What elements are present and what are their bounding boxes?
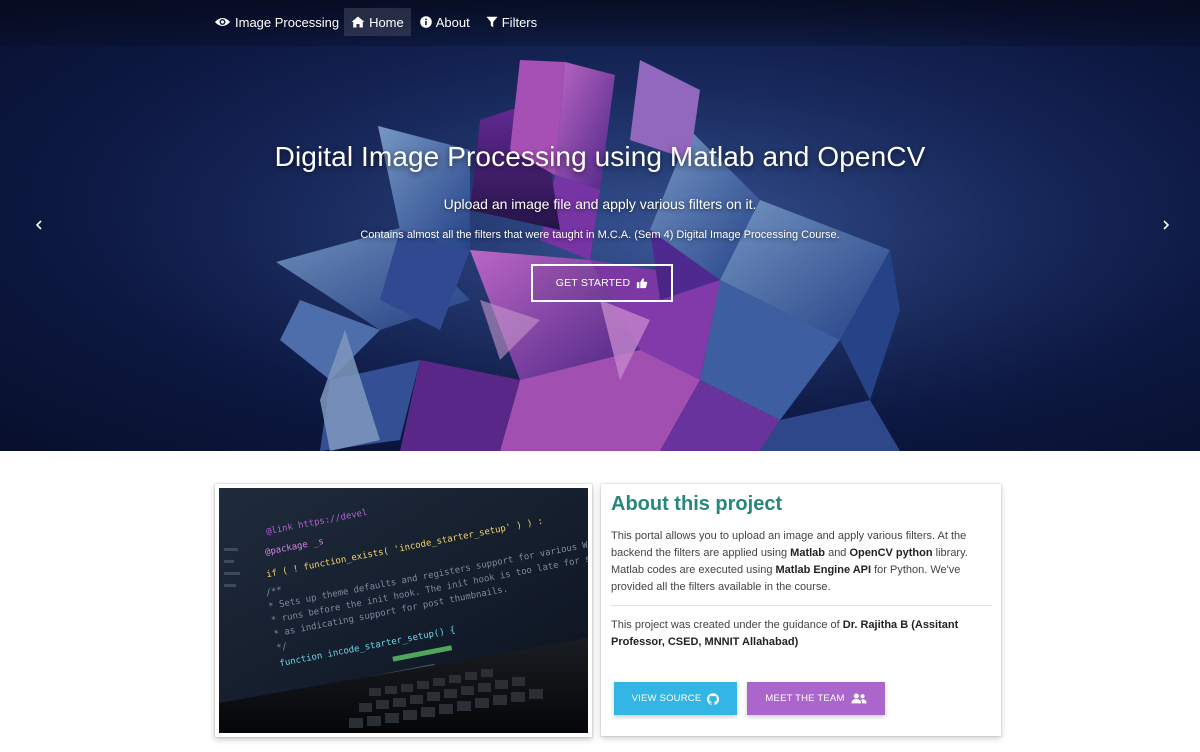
brand-link[interactable]: Image Processing xyxy=(214,15,339,30)
thumbs-up-icon xyxy=(637,278,648,289)
engine-api-bold: Matlab Engine API xyxy=(775,564,872,576)
nav-about[interactable]: About xyxy=(413,8,477,36)
view-source-button[interactable]: VIEW SOURCE xyxy=(614,682,737,715)
nav-container: Image Processing Home About Filters xyxy=(214,8,546,36)
info-icon xyxy=(419,16,432,28)
hero-carousel: Digital Image Processing using Matlab an… xyxy=(0,0,1200,451)
hero-subtitle: Upload an image file and apply various f… xyxy=(443,196,757,212)
filter-icon xyxy=(486,16,498,28)
home-icon xyxy=(351,16,365,28)
code-line-8: */ xyxy=(276,642,289,654)
nav-filters-label: Filters xyxy=(501,14,538,30)
about-card: About this project This portal allows yo… xyxy=(601,484,1001,736)
nav-about-label: About xyxy=(435,14,470,30)
get-started-button[interactable]: GET STARTED xyxy=(531,264,673,302)
laptop-code-image: @link https://devel @package _s if ( ! f… xyxy=(219,488,588,733)
matlab-bold: Matlab xyxy=(790,547,826,559)
opencv-bold: OpenCV python xyxy=(849,547,933,559)
code-image-card: @link https://devel @package _s if ( ! f… xyxy=(215,484,592,737)
brand-label: Image Processing xyxy=(235,14,340,30)
hero-overlay xyxy=(0,0,1200,451)
view-source-label: VIEW SOURCE xyxy=(631,693,702,704)
guidance-text: This project was created under the guida… xyxy=(611,619,843,631)
hero-note: Contains almost all the filters that wer… xyxy=(360,229,840,241)
meet-team-button[interactable]: MEET THE TEAM xyxy=(747,682,885,715)
users-icon xyxy=(851,693,867,704)
about-title: About this project xyxy=(611,493,783,515)
hero-title: Digital Image Processing using Matlab an… xyxy=(274,141,926,172)
about-guidance: This project was created under the guida… xyxy=(611,617,992,651)
about-divider xyxy=(611,605,992,606)
nav-filters[interactable]: Filters xyxy=(479,8,544,36)
github-icon xyxy=(707,692,720,705)
eye-icon xyxy=(214,17,231,27)
meet-team-label: MEET THE TEAM xyxy=(765,693,845,704)
about-description: This portal allows you to upload an imag… xyxy=(611,528,992,596)
top-navbar: Image Processing Home About Filters xyxy=(0,0,1200,46)
about-text-2: and xyxy=(825,547,850,559)
laptop-code-illustration: @link https://devel @package _s if ( ! f… xyxy=(219,488,588,733)
get-started-label: GET STARTED xyxy=(555,277,631,289)
nav-home[interactable]: Home xyxy=(344,8,411,36)
nav-home-label: Home xyxy=(369,14,404,30)
